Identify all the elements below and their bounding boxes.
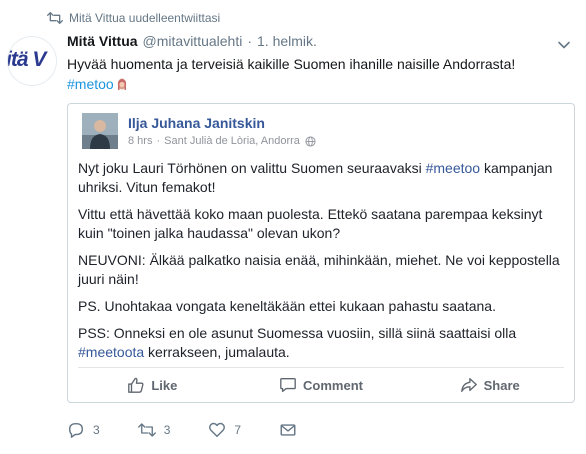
author-handle[interactable]: @mitavittualehti	[143, 33, 243, 49]
retweet-icon	[47, 12, 63, 25]
tweet-text: Hyvää huomenta ja terveisiä kaikille Suo…	[67, 54, 567, 94]
heart-icon	[209, 422, 226, 438]
fb-author-name[interactable]: Ilja Juhana Janitskin	[128, 115, 265, 131]
tweet-text-body: Hyvää huomenta ja terveisiä kaikille Suo…	[67, 56, 516, 72]
fb-like-button[interactable]: Like	[68, 368, 237, 402]
like-count: 7	[234, 423, 242, 437]
fb-paragraph: Vittu että hävettää koko maan puolesta. …	[78, 206, 543, 241]
tweet-action-bar: 3 3 7	[67, 420, 343, 440]
embedded-facebook-post[interactable]: Ilja Juhana Janitskin 8 hrs · Sant Julià…	[67, 103, 575, 403]
reply-icon	[68, 422, 84, 438]
chevron-down-icon[interactable]	[557, 38, 571, 52]
fb-like-label: Like	[151, 377, 178, 393]
reply-button[interactable]: 3	[67, 421, 100, 439]
retweet-icon	[137, 423, 156, 437]
like-button[interactable]: 7	[208, 421, 241, 439]
hashtag-link[interactable]: #metoo	[67, 76, 114, 92]
fb-action-bar: Like Comment Share	[68, 368, 574, 402]
fb-paragraph: PSS: Onneksi en ole asunut Suomessa vuos…	[78, 325, 517, 360]
comment-icon	[280, 378, 296, 392]
share-arrow-icon	[460, 378, 477, 392]
fb-post-meta: 8 hrs · Sant Julià de Lòria, Andorra	[128, 135, 316, 147]
hashtag-link[interactable]: #meetoo	[426, 160, 480, 176]
tweet[interactable]: Mitä Vittua uudelleentwiittasi itä V Mit…	[0, 0, 586, 454]
author-name[interactable]: Mitä Vittua	[67, 33, 138, 49]
fb-paragraph: NEUVONI: Älkää palkatko naisia enää, mih…	[78, 252, 560, 287]
direct-message-button[interactable]	[279, 421, 305, 439]
tweet-header: Mitä Vittua @mitavittualehti · 1. helmik…	[67, 33, 317, 53]
retweet-button[interactable]: 3	[137, 421, 171, 439]
fb-avatar[interactable]	[82, 113, 118, 149]
fb-paragraph: Nyt joku Lauri Törhönen on valittu Suome…	[78, 160, 553, 195]
separator: ·	[156, 135, 161, 147]
fb-post-body: Nyt joku Lauri Törhönen on valittu Suome…	[78, 159, 568, 370]
fb-paragraph: PS. Unohtakaa vongata keneltäkään ettei …	[78, 298, 496, 314]
fb-post-location[interactable]: Sant Julià de Lòria, Andorra	[164, 135, 300, 147]
globe-icon	[305, 135, 316, 147]
tweet-date[interactable]: 1. helmik.	[257, 33, 317, 49]
separator: ·	[247, 33, 253, 49]
fb-share-button[interactable]: Share	[405, 368, 574, 402]
avatar-logo: itä V	[8, 48, 46, 71]
fb-comment-button[interactable]: Comment	[237, 368, 406, 402]
retweet-context-text[interactable]: Mitä Vittua uudelleentwiittasi	[69, 11, 220, 25]
thumbs-up-icon	[128, 377, 144, 393]
envelope-icon	[280, 424, 296, 436]
avatar[interactable]: itä V	[8, 37, 56, 85]
reply-count: 3	[93, 423, 100, 437]
fb-post-time[interactable]: 8 hrs	[128, 135, 152, 147]
retweet-count: 3	[163, 423, 171, 437]
retweet-context: Mitä Vittua uudelleentwiittasi	[47, 9, 220, 27]
woman-emoji-icon	[117, 78, 126, 90]
fb-share-label: Share	[483, 377, 520, 393]
hashtag-link[interactable]: #meetoota	[78, 344, 144, 360]
fb-comment-label: Comment	[303, 377, 363, 393]
